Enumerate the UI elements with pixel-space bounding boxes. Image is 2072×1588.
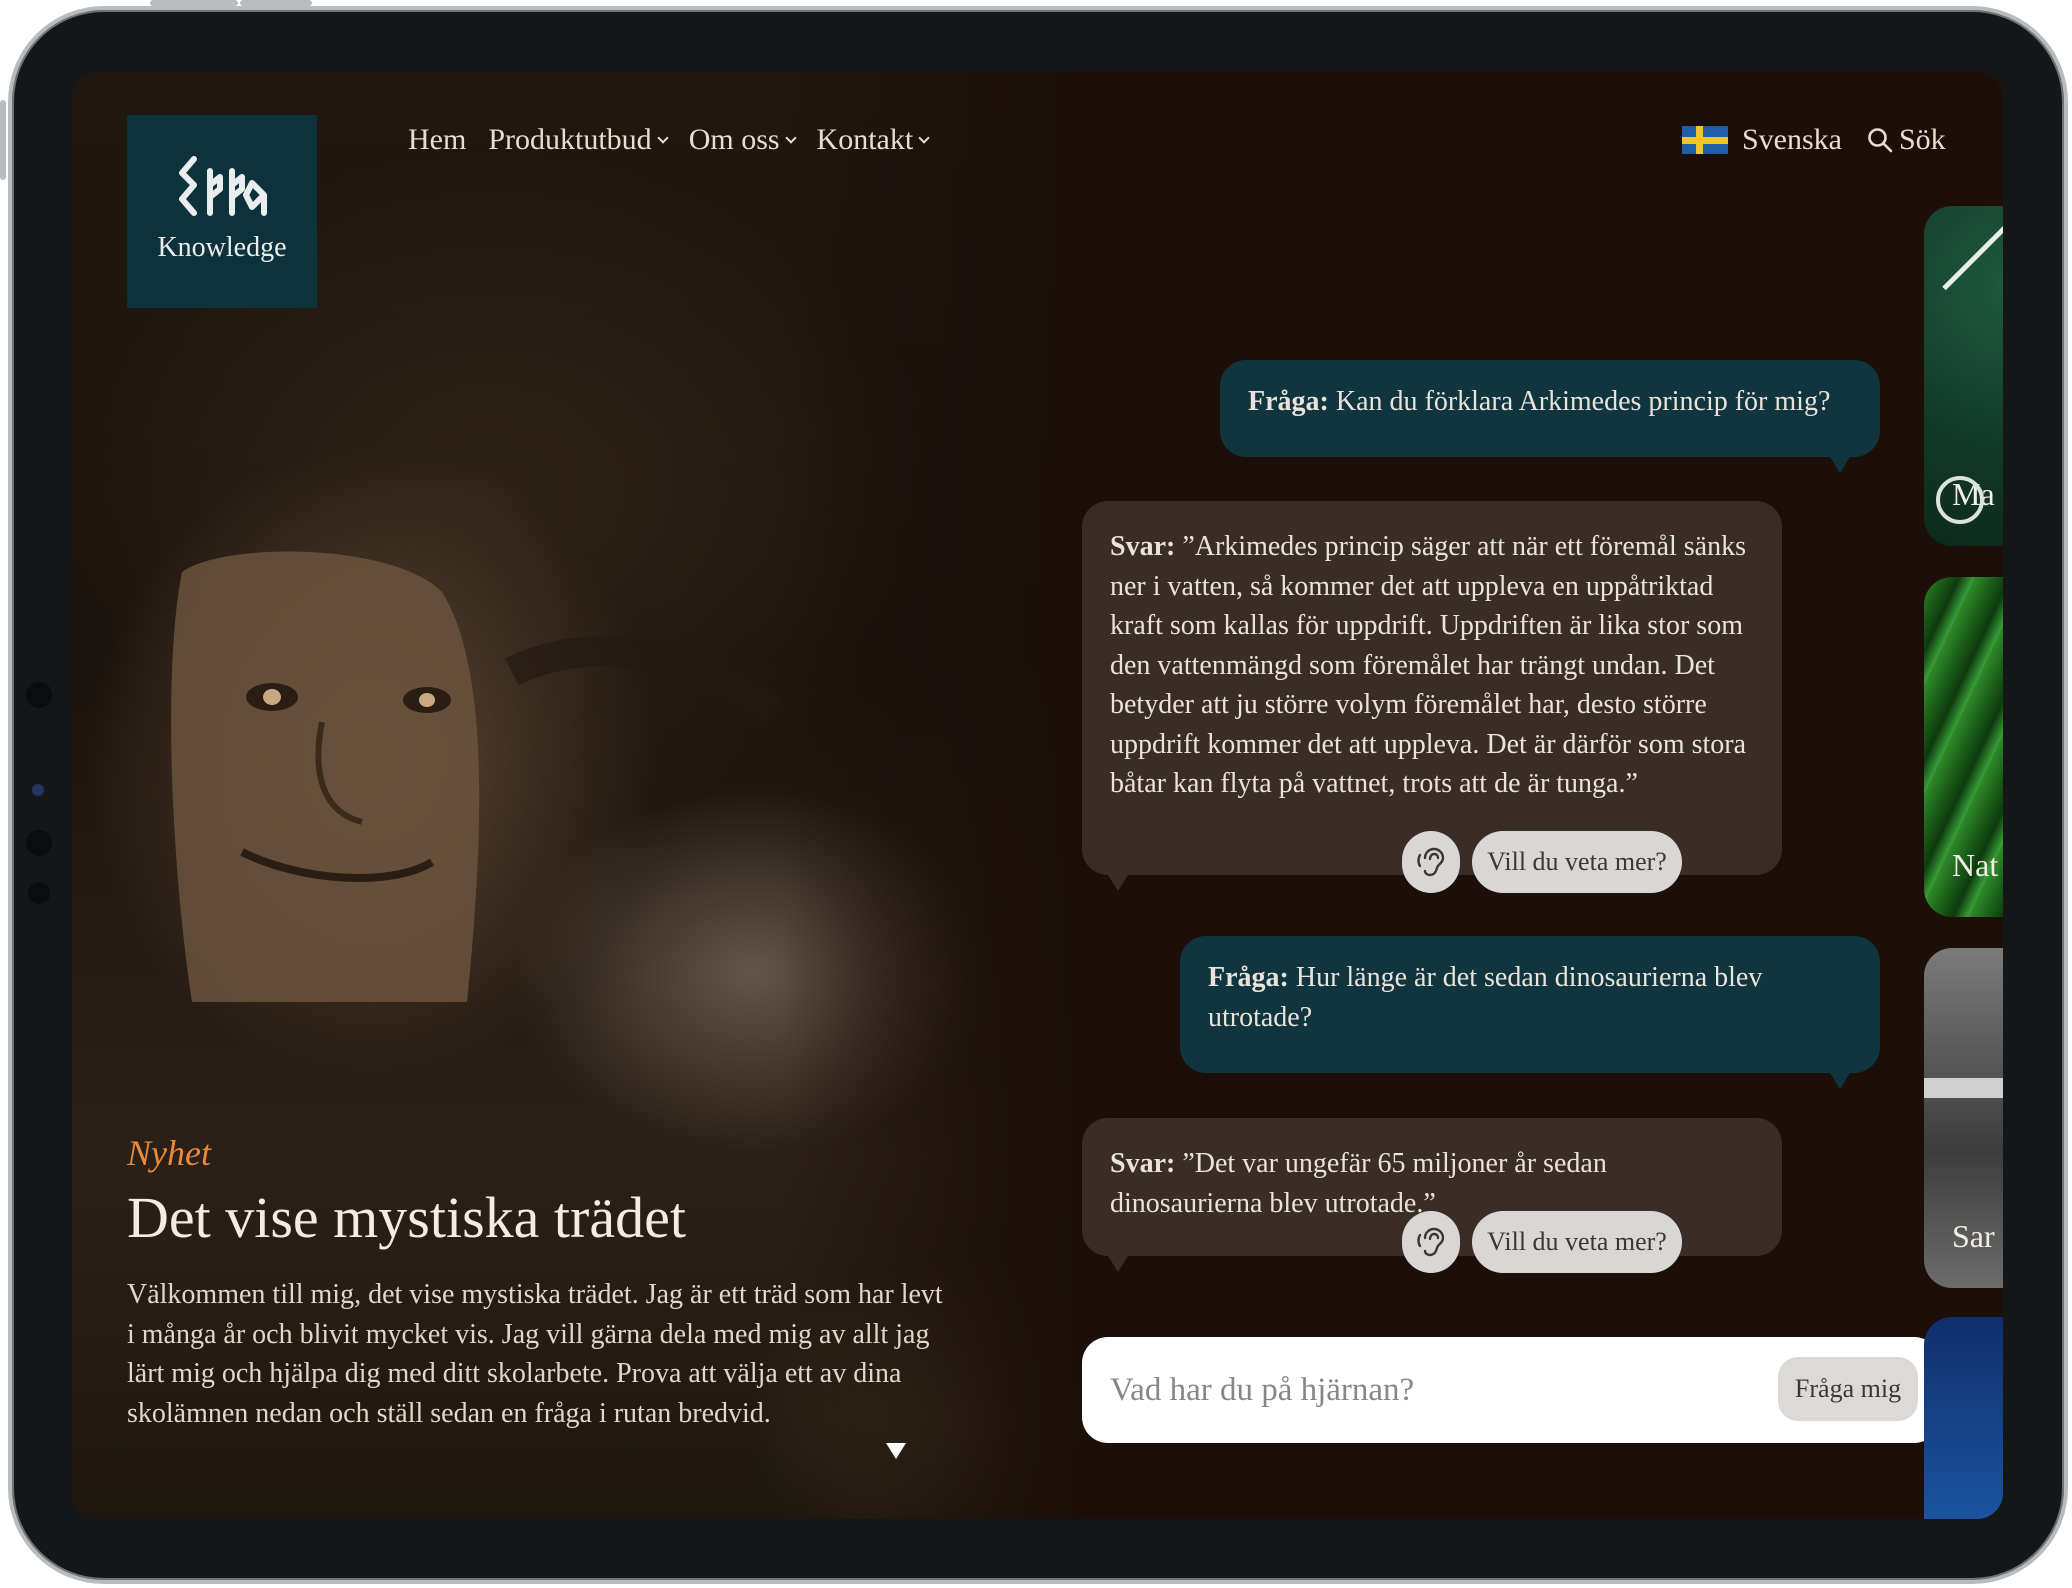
tablet-top-button [150,0,238,6]
nav-label: Kontakt [816,123,914,156]
bubble-tail [1830,1073,1850,1089]
camera-sensor [26,830,52,856]
listen-button[interactable] [1402,831,1460,893]
edda-logo[interactable]: Knowledge [127,115,317,308]
intro-text: Välkommen till mig, det vise mystiska tr… [127,1279,943,1429]
nav-item-hem[interactable]: Hem [408,114,466,166]
answer-label: Svar: [1110,531,1176,562]
nav-label: Produktutbud [488,123,652,156]
subject-card-sar[interactable]: Sar [1924,948,2003,1288]
bubble-tail [1830,457,1850,473]
nav-item-produktutbud[interactable]: Produktutbud [488,114,669,166]
search-icon [1868,128,1893,153]
language-selector[interactable]: Svenska [1682,114,1842,166]
question-label: Fråga: [1248,386,1329,417]
camera-lens [32,784,44,796]
main-nav: Hem Produktutbud Om oss Kontakt [408,114,930,166]
nav-label: Hem [408,123,467,156]
question-text: Kan du förklara Arkimedes princip för mi… [1335,386,1831,417]
rune-wordmark-icon [179,156,267,216]
swedish-flag-icon [1682,126,1728,154]
tablet-side-button [0,100,6,180]
nav-item-kontakt[interactable]: Kontakt [816,114,930,166]
answer-bubble: Svar: ”Arkimedes princip säger att när e… [1082,501,1782,891]
subject-card-ma[interactable]: Ma [1924,206,2003,546]
question-input[interactable] [1110,1359,1750,1421]
bubble-tail [1108,875,1128,891]
camera-sensor [26,682,52,708]
subject-card-blue[interactable] [1924,1317,2003,1519]
language-label: Svenska [1742,123,1842,156]
search-label: Sök [1899,123,1946,156]
nav-item-om-oss[interactable]: Om oss [688,114,797,166]
question-form: Fråga mig [1082,1337,1940,1443]
more-info-button[interactable]: Vill du veta mer? [1472,1211,1682,1273]
bubble-tail [1108,1256,1128,1272]
tablet-top-button [240,0,312,6]
screen: Knowledge Hem Produktutbud Om oss Kontak… [72,72,2003,1519]
chevron-down-icon [657,132,669,144]
ear-icon [1417,1227,1445,1257]
question-bubble: Fråga: Hur länge är det sedan dinosaurie… [1180,936,1880,1089]
chevron-down-icon [918,132,930,144]
page-title: Det vise mystiska trädet [127,1185,686,1250]
question-form-tail [886,1443,906,1459]
answer-text: ”Det var ungefär 65 miljoner år sedan di… [1110,1148,1607,1219]
more-info-button[interactable]: Vill du veta mer? [1472,831,1682,893]
search-button[interactable]: Sök [1867,114,1946,166]
question-label: Fråga: [1208,962,1289,993]
subject-card-label: Nat [1952,847,1999,883]
answer-text: ”Arkimedes princip säger att när ett för… [1110,531,1747,799]
listen-button[interactable] [1402,1211,1460,1273]
chevron-down-icon [784,132,797,144]
answer-label: Svar: [1110,1148,1176,1179]
camera-sensor [28,882,50,904]
question-text: Hur länge är det sedan dinosaurierna ble… [1208,962,1763,1033]
logo-text: Knowledge [157,232,287,263]
subject-card-nat[interactable]: Nat [1924,577,2003,917]
logo-runes [127,155,317,222]
nav-label: Om oss [688,123,780,156]
ear-icon [1417,847,1445,877]
news-eyebrow: Nyhet [127,1133,211,1173]
question-bubble: Fråga: Kan du förklara Arkimedes princip… [1220,360,1880,473]
subject-card-label: Sar [1952,1218,1995,1254]
subject-card-label: Ma [1952,476,1995,512]
ask-button[interactable]: Fråga mig [1778,1357,1918,1421]
